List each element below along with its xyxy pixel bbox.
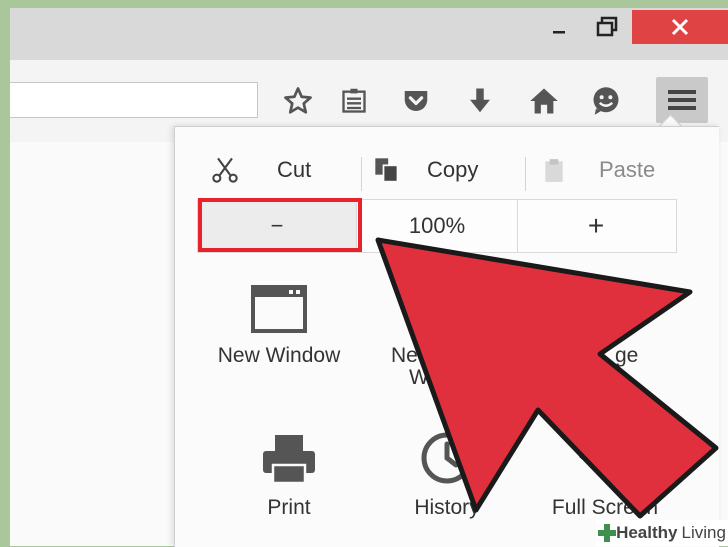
watermark-bold-text: Healthy: [616, 523, 678, 542]
plus-logo-icon: [598, 524, 617, 542]
pointer-arrow: [375, 237, 719, 519]
watermark-light-text: Living: [681, 523, 726, 542]
healthy-living-watermark: Healthy Living: [596, 520, 728, 546]
